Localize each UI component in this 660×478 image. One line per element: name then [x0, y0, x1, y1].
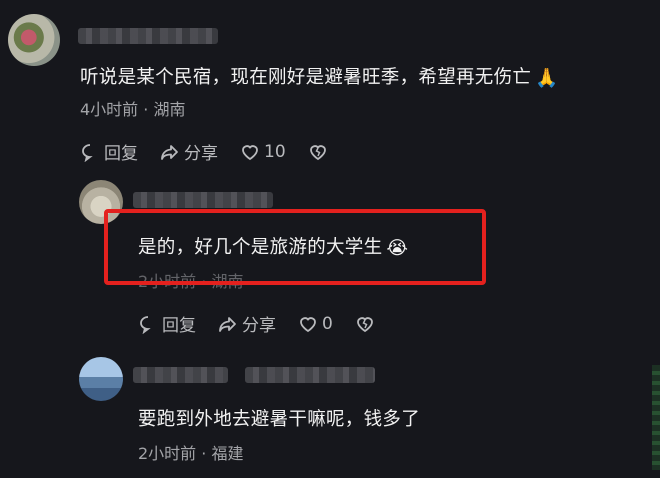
avatar[interactable] [79, 357, 123, 401]
dislike-button[interactable] [308, 142, 328, 162]
comment-location: 福建 [211, 444, 244, 463]
red-highlight-box [104, 209, 486, 285]
scrollbar[interactable] [652, 365, 660, 470]
comment-time: 2小时前 [138, 444, 197, 463]
username-blurred[interactable] [78, 28, 218, 44]
share-icon [161, 144, 178, 160]
username-blurred[interactable] [133, 192, 273, 208]
comment-body: 听说是某个民宿，现在刚好是避暑旺季，希望再无伤亡 [80, 67, 532, 88]
reply-button[interactable]: 回复 [138, 311, 196, 336]
heart-icon [242, 144, 258, 160]
reply-button[interactable]: 回复 [80, 139, 138, 164]
like-button[interactable]: 0 [298, 314, 333, 334]
comment-meta: 2小时前 · 福建 [138, 440, 243, 464]
comment-time: 4小时前 [80, 100, 139, 119]
meta-separator: · [201, 444, 207, 463]
comment-actions: 回复 分享 0 [138, 311, 397, 336]
comment-actions: 回复 分享 10 [80, 139, 350, 164]
share-button[interactable]: 分享 [218, 311, 276, 336]
reply-icon [140, 315, 151, 334]
comment-body: 要跑到外地去避暑干嘛呢，钱多了 [138, 409, 421, 430]
avatar[interactable] [8, 14, 60, 66]
comment-text: 要跑到外地去避暑干嘛呢，钱多了 [138, 405, 420, 431]
share-button[interactable]: 分享 [160, 139, 218, 164]
share-icon [219, 316, 236, 332]
username-blurred[interactable] [245, 367, 375, 383]
broken-heart-icon [356, 316, 373, 332]
heart-icon [300, 316, 316, 332]
comment-meta: 4小时前 · 湖南 [80, 96, 185, 120]
like-button[interactable]: 10 [240, 142, 286, 162]
pray-emoji-icon: 🙏 [535, 68, 559, 89]
dislike-button[interactable] [355, 314, 375, 334]
like-count: 10 [264, 141, 286, 162]
comment-text: 听说是某个民宿，现在刚好是避暑旺季，希望再无伤亡 🙏 [80, 63, 559, 89]
meta-separator: · [143, 100, 149, 119]
comment-location: 湖南 [153, 100, 186, 119]
broken-heart-icon [309, 144, 326, 160]
username-blurred[interactable] [133, 367, 228, 383]
like-count: 0 [322, 313, 333, 334]
reply-icon [82, 143, 93, 162]
